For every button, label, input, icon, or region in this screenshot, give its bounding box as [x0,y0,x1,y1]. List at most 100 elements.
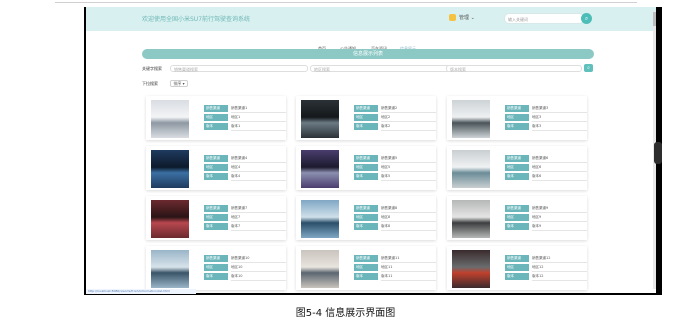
card-label-version: 版本 [354,223,378,230]
card-label-region: 地区 [505,264,529,271]
card-label-channel: 销售渠道 [505,205,529,212]
top-divider [55,2,637,3]
card-value-version: 版本4 [231,173,286,181]
card-label-version: 版本 [204,123,228,130]
card-label-region: 地区 [354,164,378,171]
card-label-version: 版本 [505,223,529,230]
car-image[interactable] [301,250,339,288]
card-label-region: 地区 [354,214,378,221]
card-value-version: 版本9 [532,223,587,231]
card-value-version: 版本7 [231,223,286,231]
card-label-version: 版本 [505,173,529,180]
card-value-version: 版本11 [381,273,436,281]
card-label-region: 地区 [505,214,529,221]
info-card[interactable]: 销售渠道 销售渠道1 地区 地区1 版本 版本1 [146,96,286,140]
card-label-region: 地区 [354,114,378,121]
card-label-version: 版本 [505,273,529,280]
card-value-version: 版本3 [532,123,587,131]
car-image[interactable] [151,250,189,288]
card-label-region: 地区 [204,164,228,171]
card-label-version: 版本 [354,273,378,280]
car-image[interactable] [452,200,490,238]
figure-caption: 图5-4 信息展示界面图 [295,308,396,319]
side-drawer-handle[interactable] [654,142,662,164]
username: 管理 [459,15,470,21]
card-label-channel: 销售渠道 [204,205,228,212]
browser-viewport: 欢迎使用全国小米SU7前行驾驶查询系统 管理 ⌄ 输入关键词 ⌕ 首页 公告通知… [86,7,656,293]
card-label-channel: 销售渠道 [204,105,228,112]
info-card[interactable]: 销售渠道 销售渠道12 地区 地区12 版本 版本12 [447,246,587,290]
header-search-input[interactable]: 输入关键词 [504,13,584,24]
card-label-region: 地区 [204,214,228,221]
card-value-channel: 销售渠道7 [231,205,286,213]
card-value-region: 地区6 [532,164,587,172]
version-search-input[interactable]: 版本搜索 [446,65,582,72]
card-label-channel: 销售渠道 [505,255,529,262]
user-menu[interactable]: 管理 ⌄ [449,14,475,21]
card-label-channel: 销售渠道 [505,155,529,162]
card-value-region: 地区1 [231,114,286,122]
info-card[interactable]: 销售渠道 销售渠道11 地区 地区11 版本 版本11 [296,246,436,290]
card-label-version: 版本 [354,123,378,130]
card-label-region: 地区 [505,164,529,171]
sort-dropdown[interactable]: 排序 ▾ [170,80,188,87]
info-card[interactable]: 销售渠道 销售渠道6 地区 地区6 版本 版本6 [447,146,587,190]
car-image[interactable] [301,200,339,238]
car-image[interactable] [151,100,189,138]
info-card[interactable]: 销售渠道 销售渠道9 地区 地区9 版本 版本9 [447,196,587,240]
filter-search-button[interactable]: ⌕ [584,64,593,72]
region-search-input[interactable]: 地区搜索 [310,65,450,72]
card-value-version: 版本12 [532,273,587,281]
card-label-region: 地区 [505,114,529,121]
car-image[interactable] [151,200,189,238]
info-card[interactable]: 销售渠道 销售渠道10 地区 地区10 版本 版本10 [146,246,286,290]
card-label-region: 地区 [204,114,228,121]
info-card[interactable]: 销售渠道 销售渠道8 地区 地区8 版本 版本8 [296,196,436,240]
card-value-channel: 销售渠道6 [532,155,587,163]
car-image[interactable] [452,100,490,138]
car-image[interactable] [452,150,490,188]
card-value-region: 地区2 [381,114,436,122]
card-value-region: 地区4 [231,164,286,172]
info-card[interactable]: 销售渠道 销售渠道5 地区 地区5 版本 版本5 [296,146,436,190]
card-label-version: 版本 [204,223,228,230]
card-value-version: 版本1 [231,123,286,131]
card-value-version: 版本2 [381,123,436,131]
card-label-version: 版本 [505,123,529,130]
section-banner: 信息展示列表 [142,49,594,59]
card-label-channel: 销售渠道 [354,105,378,112]
card-label-region: 地区 [204,264,228,271]
info-card[interactable]: 销售渠道 销售渠道2 地区 地区2 版本 版本2 [296,96,436,140]
chevron-down-icon: ⌄ [470,15,475,21]
card-value-channel: 销售渠道3 [532,105,587,113]
site-header: 欢迎使用全国小米SU7前行驾驶查询系统 管理 ⌄ 输入关键词 ⌕ [86,7,656,31]
scrollbar-thumb[interactable] [653,12,656,26]
card-label-version: 版本 [354,173,378,180]
card-label-channel: 销售渠道 [204,155,228,162]
card-value-region: 地区11 [381,264,436,272]
info-card[interactable]: 销售渠道 销售渠道7 地区 地区7 版本 版本7 [146,196,286,240]
card-value-region: 地区7 [231,214,286,222]
car-image[interactable] [151,150,189,188]
info-card[interactable]: 销售渠道 销售渠道4 地区 地区4 版本 版本4 [146,146,286,190]
search-icon[interactable]: ⌕ [581,13,592,24]
card-label-version: 版本 [204,173,228,180]
car-image[interactable] [301,100,339,138]
dropdown-search-label: 下拉搜索 [142,81,158,86]
card-value-channel: 销售渠道2 [381,105,436,113]
card-label-channel: 销售渠道 [354,155,378,162]
card-value-channel: 销售渠道4 [231,155,286,163]
channel-search-input[interactable]: 销售渠道搜索 [170,65,308,72]
card-label-region: 地区 [354,264,378,271]
card-value-channel: 销售渠道1 [231,105,286,113]
card-value-region: 地区8 [381,214,436,222]
card-label-channel: 销售渠道 [354,255,378,262]
keyword-search-label: 关键字搜索 [142,66,162,71]
status-bar-url: http://localhost:8080/xiaomi/front/infor… [86,289,196,294]
site-title: 欢迎使用全国小米SU7前行驾驶查询系统 [142,16,251,23]
info-card[interactable]: 销售渠道 销售渠道3 地区 地区3 版本 版本3 [447,96,587,140]
car-image[interactable] [452,250,490,288]
card-value-version: 版本5 [381,173,436,181]
car-image[interactable] [301,150,339,188]
card-value-version: 版本10 [231,273,286,281]
